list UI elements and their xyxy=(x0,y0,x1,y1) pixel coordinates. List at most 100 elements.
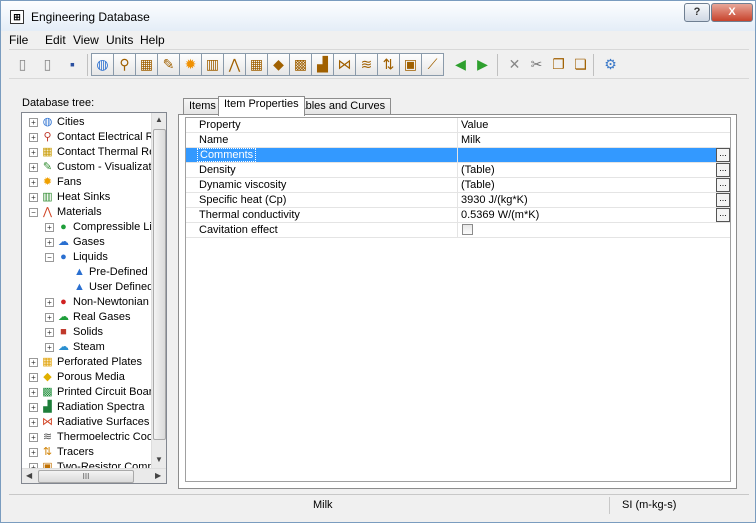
help-button[interactable]: ? xyxy=(684,3,710,22)
expand-icon[interactable]: + xyxy=(29,148,38,157)
tree-horizontal-scrollbar[interactable]: ◀ III ▶ xyxy=(22,468,166,483)
tree-vertical-scrollbar[interactable]: ▲ ▼ xyxy=(151,113,166,468)
menu-view[interactable]: View xyxy=(73,33,99,47)
collapse-icon[interactable]: − xyxy=(29,208,38,217)
visualization-toolbar-button[interactable]: ✎ xyxy=(157,53,180,76)
expand-icon[interactable]: + xyxy=(29,178,38,187)
radiative-surface-toolbar-button[interactable]: ⋈ xyxy=(333,53,356,76)
property-value[interactable]: 0.5369 W/(m*K) xyxy=(461,209,539,221)
property-row[interactable]: Thermal conductivity 0.5369 W/(m*K)... xyxy=(186,208,730,223)
property-row[interactable]: Density (Table)... xyxy=(186,163,730,178)
fan-icon: ✹ xyxy=(42,176,53,188)
title-bar: ⊞ Engineering Database ? X xyxy=(1,1,755,31)
property-row[interactable]: Dynamic viscosity (Table)... xyxy=(186,178,730,193)
pcb-toolbar-button[interactable]: ▩ xyxy=(289,53,312,76)
settings-toolbar-button[interactable]: ⚙ xyxy=(599,53,622,76)
property-row[interactable]: Comments... xyxy=(186,148,730,163)
perforated-plate-toolbar-button[interactable]: ▦ xyxy=(245,53,268,76)
tree-item-label: Liquids xyxy=(73,251,108,263)
tree-item-label: Pre-Defined xyxy=(89,266,148,278)
thermoelectric-cooler-toolbar-button[interactable]: ≋ xyxy=(355,53,378,76)
property-row[interactable]: Specific heat (Cp) 3930 J/(kg*K)... xyxy=(186,193,730,208)
property-value[interactable]: 3930 J/(kg*K) xyxy=(461,194,528,206)
expand-icon[interactable]: + xyxy=(45,313,54,322)
edit-value-button[interactable]: ... xyxy=(716,178,730,192)
column-divider[interactable] xyxy=(457,118,458,133)
expand-icon[interactable]: + xyxy=(29,358,38,367)
expand-icon[interactable]: + xyxy=(29,193,38,202)
expand-icon[interactable]: + xyxy=(29,133,38,142)
tracer-icon: ⇅ xyxy=(42,446,53,458)
contact-electrical-toolbar-button[interactable]: ⚲ xyxy=(113,53,136,76)
menu-edit[interactable]: Edit xyxy=(45,33,66,47)
expand-icon[interactable]: + xyxy=(29,418,38,427)
tree-item-label: Fans xyxy=(57,176,82,188)
two-resistor-toolbar-button[interactable]: ▣ xyxy=(399,53,422,76)
liquid-drop-icon: ● xyxy=(60,296,67,308)
edit-value-button[interactable]: ... xyxy=(716,148,730,162)
globe-toolbar-button[interactable]: ◍ xyxy=(91,53,114,76)
open-toolbar-button[interactable]: ▯ xyxy=(36,53,59,76)
property-row[interactable]: Cavitation effect xyxy=(186,223,730,238)
porous-media-toolbar-button[interactable]: ◆ xyxy=(267,53,290,76)
tab-items[interactable]: Items xyxy=(183,98,222,115)
scroll-down-icon[interactable]: ▼ xyxy=(155,455,163,464)
database-tree[interactable]: + ◍ Cities + ⚲ Contact Electrical Resis + ▦ Cont… xyxy=(21,112,167,484)
column-divider xyxy=(457,223,458,238)
hscroll-thumb[interactable]: III xyxy=(38,470,134,483)
expand-icon[interactable]: + xyxy=(45,223,54,232)
property-row[interactable]: Name Milk xyxy=(186,133,730,148)
scroll-left-icon[interactable]: ◀ xyxy=(26,471,32,480)
liquid-drop-icon: ● xyxy=(60,221,67,233)
scroll-thumb[interactable] xyxy=(153,129,166,440)
property-value[interactable]: Milk xyxy=(461,134,481,146)
thermoelectric-cooler-icon: ≋ xyxy=(42,431,53,443)
edit-value-button[interactable]: ... xyxy=(716,208,730,222)
menu-units[interactable]: Units xyxy=(106,33,133,47)
scroll-right-icon[interactable]: ▶ xyxy=(155,471,161,480)
arrow-right-toolbar-button[interactable]: ▶ xyxy=(471,53,494,76)
materials-toolbar-button[interactable]: ⋀ xyxy=(223,53,246,76)
cut-toolbar-button[interactable]: ✂ xyxy=(525,53,548,76)
expand-icon[interactable]: + xyxy=(45,238,54,247)
paste-toolbar-button[interactable]: ❏ xyxy=(569,53,592,76)
edit-value-button[interactable]: ... xyxy=(716,163,730,177)
expand-icon[interactable]: + xyxy=(45,328,54,337)
collapse-icon[interactable]: − xyxy=(45,253,54,262)
arrow-left-toolbar-button[interactable]: ◀ xyxy=(449,53,472,76)
edit-value-button[interactable]: ... xyxy=(716,193,730,207)
fan-icon: ✹ xyxy=(184,56,197,72)
fan-toolbar-button[interactable]: ✹ xyxy=(179,53,202,76)
visualization-icon: ✎ xyxy=(42,161,53,173)
globe-icon: ◍ xyxy=(96,56,109,72)
property-grid: Property Value Name Milk Comments... Densit… xyxy=(185,117,731,482)
property-name: Specific heat (Cp) xyxy=(199,194,287,206)
menu-help[interactable]: Help xyxy=(140,33,165,47)
property-value[interactable]: (Table) xyxy=(461,179,495,191)
property-value[interactable]: (Table) xyxy=(461,164,495,176)
units-toolbar-button[interactable]: ⟋ xyxy=(421,53,444,76)
close-button[interactable]: X xyxy=(711,3,753,22)
heat-sink-toolbar-button[interactable]: ▥ xyxy=(201,53,224,76)
expand-icon[interactable]: + xyxy=(29,448,38,457)
expand-icon[interactable]: + xyxy=(29,163,38,172)
tracer-toolbar-button[interactable]: ⇅ xyxy=(377,53,400,76)
expand-icon[interactable]: + xyxy=(29,118,38,127)
expand-icon[interactable]: + xyxy=(45,298,54,307)
expand-icon[interactable]: + xyxy=(45,343,54,352)
expand-icon[interactable]: + xyxy=(29,433,38,442)
new-toolbar-button[interactable]: ▯ xyxy=(11,53,34,76)
expand-icon[interactable]: + xyxy=(29,388,38,397)
scroll-up-icon[interactable]: ▲ xyxy=(155,115,163,124)
expand-icon[interactable]: + xyxy=(29,403,38,412)
menu-file[interactable]: File xyxy=(9,33,28,47)
expand-icon[interactable]: + xyxy=(29,373,38,382)
delete-toolbar-button[interactable]: ✕ xyxy=(503,53,526,76)
radiation-spectra-toolbar-button[interactable]: ▟ xyxy=(311,53,334,76)
save-toolbar-button[interactable]: ▪ xyxy=(61,53,84,76)
copy-toolbar-button[interactable]: ❐ xyxy=(547,53,570,76)
column-divider xyxy=(457,178,458,193)
tab-item-properties[interactable]: Item Properties xyxy=(218,96,305,116)
cavitation-checkbox[interactable] xyxy=(462,224,473,235)
contact-thermal-toolbar-button[interactable]: ▦ xyxy=(135,53,158,76)
